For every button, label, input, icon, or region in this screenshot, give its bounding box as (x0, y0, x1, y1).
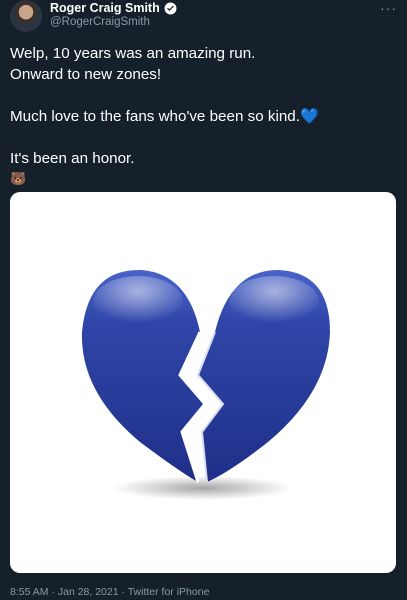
tweet-header: Roger Craig Smith @RogerCraigSmith ··· (10, 0, 397, 38)
author-name-row: Roger Craig Smith (50, 1, 177, 15)
tweet-line: Welp, 10 years was an amazing run. (10, 45, 256, 62)
verified-badge-icon (164, 2, 177, 14)
tweet-line-text: Much love to the fans who've been so kin… (10, 108, 300, 125)
tweet-text: Welp, 10 years was an amazing run. Onwar… (10, 43, 400, 188)
tweet-line: It's been an honor. (10, 150, 135, 167)
tweet-timestamp[interactable]: 8:55 AM · Jan 28, 2021 · Twitter for iPh… (10, 586, 209, 598)
author-handle[interactable]: @RogerCraigSmith (50, 16, 150, 28)
tweet-media[interactable] (10, 192, 396, 573)
blue-heart-emoji: 💙 (299, 108, 319, 125)
tweet-line: Much love to the fans who've been so kin… (10, 106, 400, 127)
author-name[interactable]: Roger Craig Smith (50, 1, 160, 15)
tweet-line: Onward to new zones! (10, 66, 162, 83)
avatar[interactable] (10, 0, 42, 32)
bear-emoji: 🐻 (10, 171, 27, 186)
broken-heart-icon (81, 269, 330, 500)
more-icon[interactable]: ··· (380, 0, 397, 16)
